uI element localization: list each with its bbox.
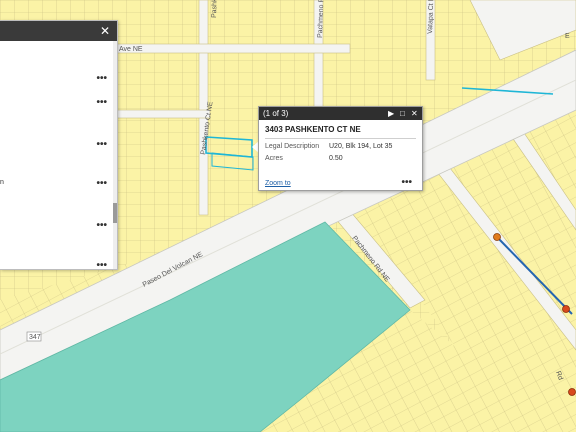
popup-title: 3403 PASHKENTO CT NE xyxy=(265,125,361,134)
pipeline-marker-2[interactable] xyxy=(562,305,570,313)
more-options-icon[interactable]: ••• xyxy=(96,178,107,189)
close-icon[interactable]: ✕ xyxy=(411,107,418,120)
pipeline-marker-3[interactable] xyxy=(568,388,576,396)
more-options-icon[interactable]: ••• xyxy=(96,139,107,150)
label-pashkento-top: Pashk xyxy=(211,0,219,18)
popup-field-label: Acres xyxy=(265,155,283,162)
more-options-icon[interactable]: ••• xyxy=(401,177,412,188)
popup-field-value: 0.50 xyxy=(329,155,343,162)
side-panel-scrollbar[interactable] xyxy=(113,41,117,269)
side-panel-header: ✕ xyxy=(0,21,117,41)
side-panel-truncated-text: n xyxy=(0,179,4,186)
side-panel: ✕ ••• ••• ••• ••• ••• ••• n xyxy=(0,20,118,270)
more-options-icon[interactable]: ••• xyxy=(96,73,107,84)
feature-popup: (1 of 3) ▶ □ ✕ 3403 PASHKENTO CT NE Lega… xyxy=(258,106,423,191)
popup-header: (1 of 3) ▶ □ ✕ xyxy=(259,107,422,120)
close-icon[interactable]: ✕ xyxy=(100,23,110,39)
more-options-icon[interactable]: ••• xyxy=(96,220,107,231)
maximize-icon[interactable]: □ xyxy=(400,107,405,120)
more-options-icon[interactable]: ••• xyxy=(96,260,107,269)
popup-divider xyxy=(265,138,416,139)
popup-field-label: Legal Description xyxy=(265,143,320,150)
popup-field-value: U20, Blk 194, Lot 35 xyxy=(329,143,393,150)
pipeline-marker-1[interactable] xyxy=(493,233,501,241)
label-pachmeno-top: Pachmeno R xyxy=(317,0,325,38)
next-feature-icon[interactable]: ▶ xyxy=(388,107,394,120)
route-shield-number: 347 xyxy=(29,334,41,341)
more-options-icon[interactable]: ••• xyxy=(96,97,107,108)
popup-feature-count: (1 of 3) xyxy=(263,109,289,118)
label-ave-ne: Ave NE xyxy=(119,46,143,53)
side-panel-scroll-thumb[interactable] xyxy=(113,203,117,223)
label-far-right: E xyxy=(565,33,570,40)
zoom-to-link[interactable]: Zoom to xyxy=(265,180,291,187)
